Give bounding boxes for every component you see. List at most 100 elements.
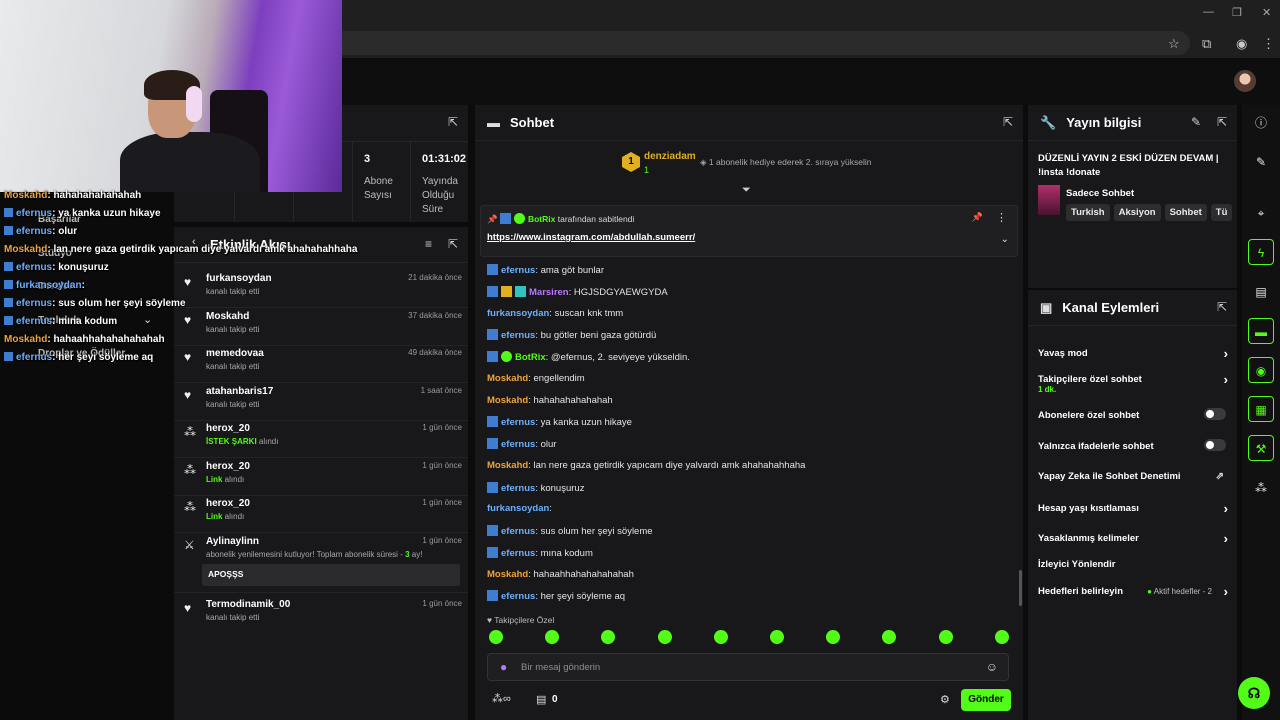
activity-user[interactable]: Termodinamik_00 [206,599,290,610]
more-options-icon[interactable]: ⋮ [996,211,1007,224]
channel-action-row[interactable]: Yasaklanmış kelimeler › [1038,531,1228,549]
toggle-switch[interactable] [1204,439,1226,451]
chat-username[interactable]: Moskahd [487,373,528,384]
edit-icon[interactable]: ✎ [1248,149,1274,175]
chat-username[interactable]: efernus [501,526,535,537]
emote-button[interactable] [938,630,953,644]
chat-username[interactable]: BotRix [515,352,546,363]
popout-icon[interactable]: ⇱ [1217,115,1227,129]
popout-icon[interactable]: ⇱ [448,115,458,129]
chat-username[interactable]: efernus [501,417,535,428]
chevron-right-icon[interactable]: › [1224,584,1228,599]
tag[interactable]: Aksiyon [1113,204,1161,221]
chat-settings-icon[interactable]: ⚙ [940,693,950,706]
chat-username[interactable]: Marsiren [529,287,569,298]
chat-username[interactable]: efernus [501,265,535,276]
emote-button[interactable] [657,630,672,644]
emote-button[interactable] [770,630,784,644]
activity-highlight: İSTEK ŞARKI [206,437,257,446]
chat-username[interactable]: efernus [501,483,535,494]
channel-action-row[interactable]: Yalnızca ifadelerle sohbet [1038,439,1228,457]
edit-icon[interactable]: ✎ [1191,115,1201,129]
layout-icon[interactable]: ▦ [1248,396,1274,422]
broadcast-icon[interactable]: ◉ [1248,357,1274,383]
chat-username[interactable]: Moskahd [487,395,528,406]
lightning-icon[interactable]: ϟ [1248,239,1274,265]
channel-action-row[interactable]: Takipçilere özel sohbet 1 dk. › [1038,372,1228,394]
bookmark-star-icon[interactable]: ☆ [1168,36,1180,52]
chevron-right-icon[interactable]: › [1224,501,1228,516]
chat-scrollbar[interactable] [1019,570,1022,606]
emote-button[interactable] [713,630,728,644]
minimize-icon[interactable]: — [1203,6,1214,18]
channel-points-icon[interactable]: ⁂∞ [492,692,511,705]
user-avatar[interactable] [1234,70,1256,92]
channel-action-row[interactable]: Hedefleri belirleyin ● Aktif hedefler - 2… [1038,584,1228,602]
points-icon[interactable]: ⁂ [1248,475,1274,501]
chevron-down-icon[interactable]: ⌄ [143,313,152,326]
popout-icon[interactable]: ⇱ [1217,300,1227,314]
wrench-icon[interactable]: ⚒ [1248,435,1274,461]
pinned-by-user[interactable]: BotRix [528,214,555,224]
tag[interactable]: Turkish [1066,204,1110,221]
category-name[interactable]: Sadece Sohbet [1066,188,1134,199]
stream-duration-value: 01:31:02 [422,153,467,165]
activity-user[interactable]: herox_20 [206,498,250,509]
channel-action-row[interactable]: Yapay Zeka ile Sohbet Denetimi ⇗ [1038,471,1228,487]
chevron-down-icon[interactable]: ⌄ [1001,234,1009,245]
pinned-message[interactable]: 📌 BotRix tarafından sabitlendi https://w… [480,205,1018,257]
microphone-icon[interactable]: ● [500,660,507,674]
chat-username[interactable]: efernus [501,591,535,602]
popout-icon[interactable]: ⇱ [448,237,458,251]
send-button[interactable]: Gönder [961,689,1011,711]
chat-username[interactable]: furkansoydan [487,308,549,319]
emoji-icon[interactable]: ☺ [986,660,998,674]
address-bar[interactable] [330,31,1190,55]
chevron-right-icon[interactable]: › [1224,346,1228,361]
activity-user[interactable]: Aylinaylinn [206,536,259,547]
store-icon[interactable]: ▤ [536,693,546,706]
activity-user[interactable]: Moskahd [206,311,249,322]
activity-user[interactable]: herox_20 [206,423,250,434]
channel-action-row[interactable]: Abonelere özel sohbet [1038,408,1228,426]
chat-username[interactable]: efernus [501,548,535,559]
channel-action-row[interactable]: Yavaş mod › [1038,346,1228,364]
chat-username[interactable]: Moskahd [487,569,528,580]
info-icon[interactable]: ⓘ [1248,110,1274,136]
chat-icon[interactable]: ▬ [1248,318,1274,344]
chat-message-input[interactable]: ● Bir mesaj gönderin ☺ [487,653,1009,681]
chat-collapse-icon[interactable]: ⏷ [742,184,751,197]
activity-user[interactable]: memedovaa [206,348,264,359]
pinned-link[interactable]: https://www.instagram.com/abdullah.sumee… [487,232,695,243]
external-link-icon[interactable]: ⇗ [1216,471,1224,482]
tag[interactable]: Tü [1210,204,1233,221]
close-icon[interactable]: ✕ [1262,6,1271,19]
chevron-right-icon[interactable]: › [1224,372,1228,387]
channel-action-row[interactable]: İzleyici Yönlendir [1038,559,1228,575]
popout-icon[interactable]: ⇱ [1003,115,1013,129]
heart-icon: ♥ [184,350,192,364]
chat-username[interactable]: efernus [501,439,535,450]
emote-button[interactable] [489,630,503,644]
chevron-right-icon[interactable]: › [1224,531,1228,546]
toggle-switch[interactable] [1204,408,1226,420]
extensions-icon[interactable]: ⧉ [1202,36,1211,52]
profile-icon[interactable]: ◉ [1236,36,1247,52]
document-icon[interactable]: ▤ [1248,279,1274,305]
channel-action-row[interactable]: Hesap yaşı kısıtlaması › [1038,501,1228,519]
emote-button[interactable] [994,630,1009,644]
support-icon[interactable]: ☊ [1238,677,1270,709]
chat-username[interactable]: Moskahd [487,460,528,471]
activity-user[interactable]: atahanbaris17 [206,386,273,397]
tag[interactable]: Sohbet [1164,204,1207,221]
chat-username[interactable]: efernus [501,330,535,341]
unpin-icon[interactable]: 📌 [972,212,983,223]
filter-icon[interactable]: ≡ [425,237,432,251]
chat-username[interactable]: furkansoydan [487,503,549,514]
camera-icon[interactable]: ⌖ [1248,200,1274,226]
restore-icon[interactable]: ❐ [1232,6,1242,19]
activity-user[interactable]: herox_20 [206,461,250,472]
top-gifter-name[interactable]: denziadam [644,151,696,162]
browser-menu-icon[interactable]: ⋮ [1262,36,1275,52]
activity-user[interactable]: furkansoydan [206,273,272,284]
